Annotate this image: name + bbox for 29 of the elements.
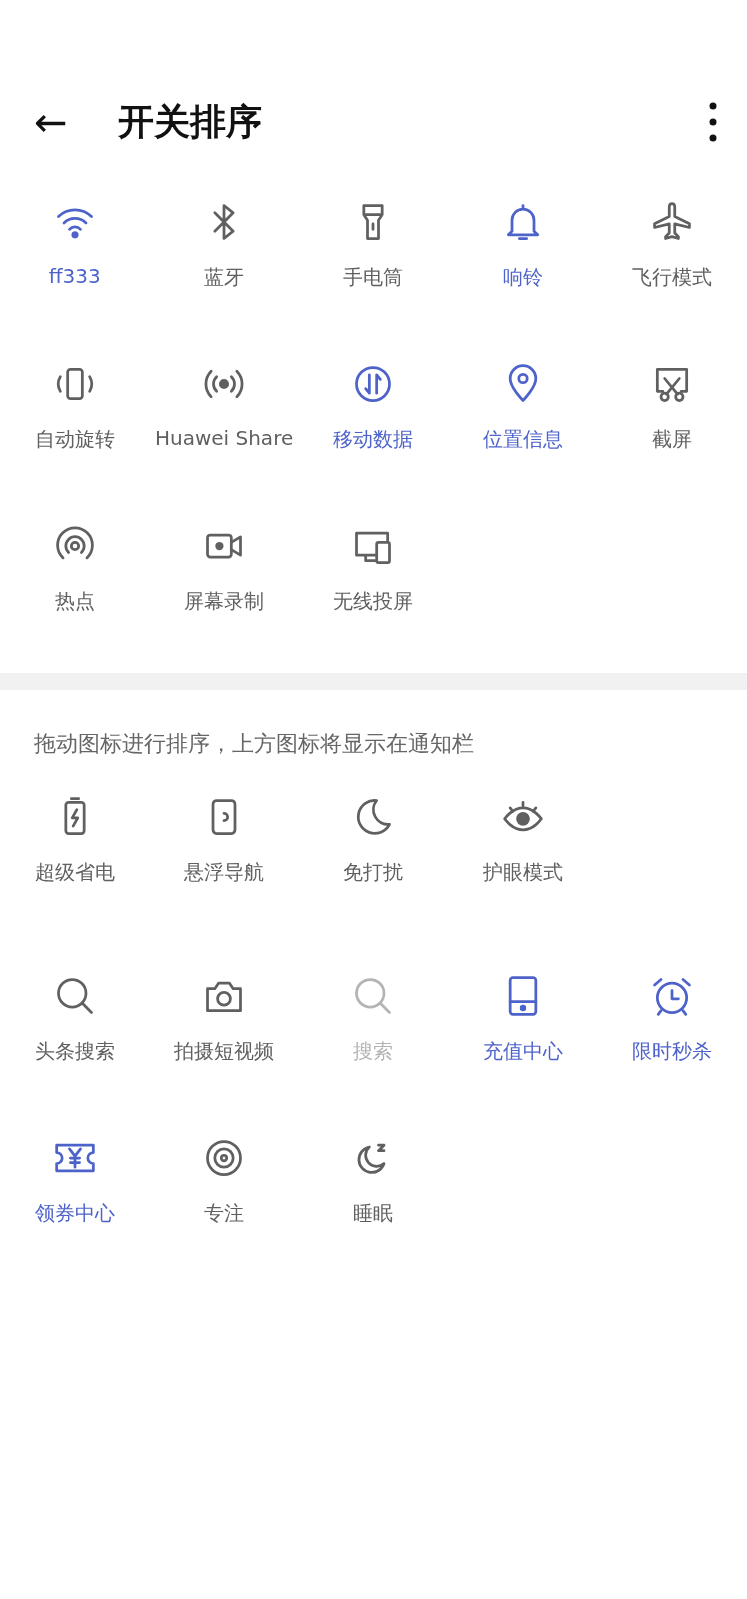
back-button[interactable]: ← <box>34 99 118 145</box>
switch-label: 蓝牙 <box>204 264 245 291</box>
switch-label: 睡眠 <box>353 1200 394 1227</box>
switch-label: 无线投屏 <box>333 588 414 615</box>
switch-label: 热点 <box>54 588 95 615</box>
switch-label: 护眼模式 <box>482 859 563 886</box>
switch-label: 充值中心 <box>482 1038 563 1065</box>
switch-label: 截屏 <box>652 426 693 453</box>
switch-label: 搜索 <box>353 1038 394 1065</box>
switch-label: 屏幕录制 <box>184 588 265 615</box>
switch-label: ff333 <box>48 264 101 288</box>
switch-label: 悬浮导航 <box>184 859 265 886</box>
switch-label: 自动旋转 <box>34 426 115 453</box>
switch-label: Huawei Share <box>154 426 294 450</box>
switch-label: 限时秒杀 <box>632 1038 713 1065</box>
switch-label: 移动数据 <box>333 426 414 453</box>
switch-label: 手电筒 <box>343 264 404 291</box>
more-icon[interactable] <box>709 102 717 142</box>
switch-label: 头条搜索 <box>34 1038 115 1065</box>
switch-label: 免打扰 <box>343 859 404 886</box>
page-title: 开关排序 <box>118 99 263 144</box>
hint-text: 拖动图标进行排序，上方图标将显示在通知栏 <box>33 730 475 758</box>
switch-label: 飞行模式 <box>632 264 713 291</box>
switch-label: 领券中心 <box>34 1200 115 1227</box>
switch-label: 位置信息 <box>482 426 563 453</box>
switch-label: 拍摄短视频 <box>174 1038 275 1065</box>
switch-label: 专注 <box>204 1200 245 1227</box>
switch-label: 超级省电 <box>34 859 115 886</box>
switch-label: 响铃 <box>502 264 543 291</box>
